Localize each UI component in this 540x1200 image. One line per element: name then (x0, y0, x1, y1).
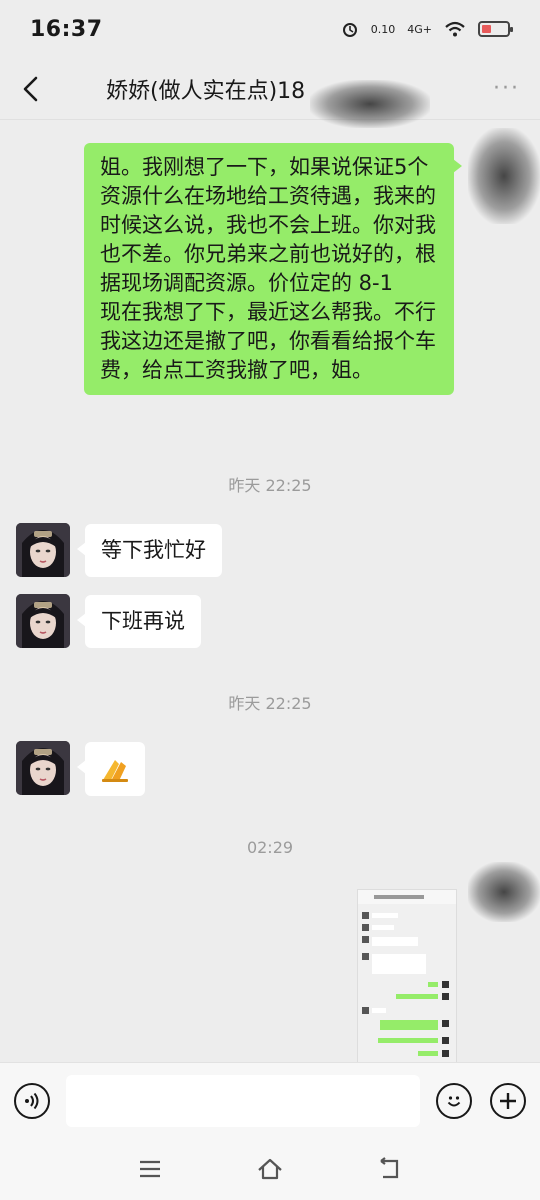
my-avatar-redacted (468, 128, 540, 224)
status-time: 16:37 (30, 16, 103, 42)
chat-header: 娇娇(做人实在点)18 ··· (0, 58, 540, 120)
wifi-icon (445, 21, 465, 37)
emoji-button[interactable] (436, 1083, 472, 1119)
contact-avatar[interactable] (16, 594, 70, 648)
pray-emoji-icon (102, 760, 128, 782)
voice-button[interactable] (14, 1083, 50, 1119)
back-button[interactable] (20, 69, 60, 109)
contact-avatar[interactable] (16, 523, 70, 577)
home-icon (258, 1158, 282, 1180)
contact-avatar[interactable] (16, 741, 70, 795)
avatar-image (16, 594, 70, 648)
return-button[interactable] (375, 1154, 405, 1184)
message-input[interactable] (66, 1075, 420, 1127)
home-button[interactable] (255, 1154, 285, 1184)
menu-button[interactable] (135, 1154, 165, 1184)
voice-icon (25, 1092, 39, 1110)
network-speed: 0.10 (370, 22, 396, 36)
emoji-icon (447, 1096, 461, 1107)
received-message[interactable]: 等下我忙好 (77, 524, 222, 577)
more-icon[interactable]: ··· (493, 76, 520, 101)
back-icon (23, 76, 38, 101)
sent-image-message[interactable] (357, 889, 457, 1064)
avatar-image (16, 523, 70, 577)
redaction-scribble (310, 80, 430, 128)
timestamp: 02:29 (246, 838, 294, 857)
chat-title: 娇娇(做人实在点)18 (106, 78, 306, 104)
plus-button[interactable] (490, 1083, 526, 1119)
chat-screenshot-thumbnail (358, 890, 456, 1063)
timestamp: 昨天 22:25 (228, 694, 312, 713)
system-navigation-bar (0, 1140, 540, 1200)
network-type: 4G+ (407, 22, 432, 36)
plus-icon (500, 1093, 516, 1109)
input-bar (0, 1062, 540, 1140)
sent-message[interactable]: 姐。我刚想了一下，如果说保证5个资源什么在场地给工资待遇，我来的时候这么说，我也… (84, 143, 462, 395)
alarm-icon (342, 23, 357, 37)
received-message[interactable]: 下班再说 (77, 595, 201, 648)
return-icon (380, 1157, 399, 1179)
menu-icon (140, 1160, 160, 1178)
status-icons: 0.10 4G+ (341, 20, 513, 38)
timestamp: 昨天 22:25 (228, 476, 312, 495)
received-emoji-message[interactable] (77, 742, 145, 796)
avatar-image (16, 741, 70, 795)
status-bar: 16:37 0.10 4G+ (0, 0, 540, 58)
battery-icon (478, 21, 513, 37)
my-avatar-redacted (468, 862, 540, 922)
